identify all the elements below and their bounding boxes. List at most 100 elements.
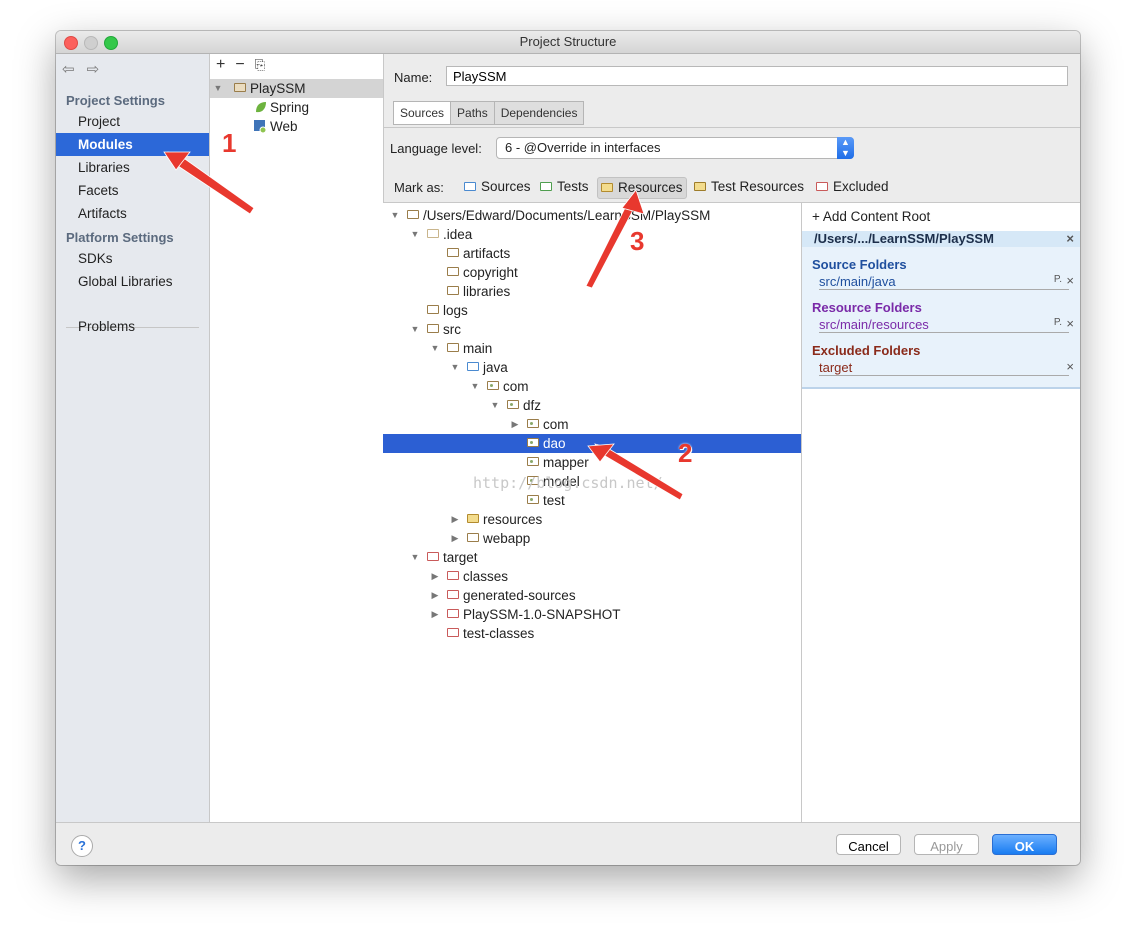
content-roots-panel: + Add Content Root /Users/.../LearnSSM/P…	[802, 202, 1080, 823]
help-button[interactable]: ?	[71, 835, 93, 857]
sidebar-item-libraries[interactable]: Libraries	[56, 156, 209, 179]
web-icon	[254, 120, 267, 133]
tree-row[interactable]: mapper	[383, 453, 801, 472]
add-module-button[interactable]: +	[216, 56, 225, 73]
tree-row[interactable]: ▶ com	[383, 415, 801, 434]
tree-row[interactable]: libraries	[383, 282, 801, 301]
tree-row[interactable]: artifacts	[383, 244, 801, 263]
tree-row-label: generated-sources	[463, 588, 576, 603]
tab-sources[interactable]: Sources	[393, 101, 451, 125]
package-prefix-icon[interactable]: P.	[1054, 317, 1062, 328]
zoom-window-button[interactable]	[104, 36, 118, 50]
folder-icon	[527, 495, 539, 504]
close-window-button[interactable]	[64, 36, 78, 50]
tree-row[interactable]: dao	[383, 434, 801, 453]
tree-toggle-icon[interactable]: ▼	[409, 225, 421, 244]
add-content-root-button[interactable]: + Add Content Root	[812, 209, 930, 224]
sidebar-item-project[interactable]: Project	[56, 110, 209, 133]
tree-toggle-icon[interactable]: ▶	[429, 586, 441, 605]
tree-row[interactable]: ▼ /Users/Edward/Documents/LearnSSM/PlaySS…	[383, 206, 801, 225]
tree-row[interactable]: ▼ src	[383, 320, 801, 339]
package-prefix-icon[interactable]: P.	[1054, 274, 1062, 285]
folder-icon	[407, 210, 419, 219]
tree-row-label: webapp	[483, 531, 531, 546]
select-arrows-icon: ▲ ▼	[837, 137, 854, 159]
tree-toggle-icon[interactable]: ▼	[449, 358, 461, 377]
tree-row[interactable]: ▼ .idea	[383, 225, 801, 244]
expand-triangle-icon[interactable]: ▼	[212, 79, 224, 98]
mark-resources-button[interactable]: Resources	[597, 177, 687, 199]
module-name-input[interactable]	[446, 66, 1068, 86]
folder-icon	[527, 419, 539, 428]
sidebar-item-problems[interactable]: Problems	[56, 315, 209, 338]
window-title: Project Structure	[519, 34, 617, 49]
tree-toggle-icon[interactable]: ▼	[489, 396, 501, 415]
tree-toggle-icon[interactable]: ▼	[429, 339, 441, 358]
forward-arrow-icon[interactable]: ⇨	[87, 61, 100, 78]
copy-icon[interactable]: ⎘	[255, 57, 265, 72]
tree-toggle-icon[interactable]: ▶	[429, 567, 441, 586]
sidebar-item-modules[interactable]: Modules	[56, 133, 209, 156]
tree-row[interactable]: ▼ target	[383, 548, 801, 567]
back-arrow-icon[interactable]: ⇦	[62, 61, 75, 78]
tree-row[interactable]: ▶ classes	[383, 567, 801, 586]
tree-row-label: PlaySSM-1.0-SNAPSHOT	[463, 607, 621, 622]
remove-resource-folder-icon[interactable]: ×	[1066, 316, 1074, 331]
ok-button[interactable]: OK	[992, 834, 1057, 855]
folder-icon	[527, 457, 539, 466]
sidebar-item-sdks[interactable]: SDKs	[56, 247, 209, 270]
sidebar-item-facets[interactable]: Facets	[56, 179, 209, 202]
apply-button[interactable]: Apply	[914, 834, 979, 855]
tree-row-label: .idea	[443, 227, 473, 242]
tree-row[interactable]: test-classes	[383, 624, 801, 643]
tree-row[interactable]: ▶ generated-sources	[383, 586, 801, 605]
sidebar-item-artifacts[interactable]: Artifacts	[56, 202, 209, 225]
language-level-value: 6 - @Override in interfaces	[505, 140, 661, 155]
tree-row-label: libraries	[463, 284, 511, 299]
tree-row[interactable]: ▼ dfz	[383, 396, 801, 415]
minimize-window-button[interactable]	[84, 36, 98, 50]
tree-row[interactable]: ▼ main	[383, 339, 801, 358]
tree-toggle-icon[interactable]: ▶	[449, 529, 461, 548]
remove-excluded-folder-icon[interactable]: ×	[1066, 359, 1074, 374]
tree-toggle-icon[interactable]: ▶	[429, 605, 441, 624]
mark-excluded-button[interactable]: Excluded	[816, 177, 889, 197]
tree-toggle-icon[interactable]: ▼	[409, 548, 421, 567]
mark-sources-button[interactable]: Sources	[464, 177, 531, 197]
remove-source-folder-icon[interactable]: ×	[1066, 273, 1074, 288]
tree-toggle-icon[interactable]: ▼	[409, 320, 421, 339]
folder-icon	[447, 267, 459, 276]
remove-module-button[interactable]: −	[235, 56, 244, 73]
tree-row[interactable]: ▼ com	[383, 377, 801, 396]
mark-test-resources-button[interactable]: Test Resources	[694, 177, 804, 197]
resource-folder-icon	[601, 183, 613, 192]
tree-row[interactable]: ▶ PlaySSM-1.0-SNAPSHOT	[383, 605, 801, 624]
tree-row[interactable]: test	[383, 491, 801, 510]
tree-row[interactable]: copyright	[383, 263, 801, 282]
facet-item-spring[interactable]: Spring	[210, 98, 383, 117]
tab-paths[interactable]: Paths	[450, 101, 494, 125]
module-list-panel: + − ⎘ ▼ PlaySSM Spring Web	[210, 54, 384, 822]
remove-root-icon[interactable]: ×	[1066, 231, 1074, 247]
tree-row[interactable]: logs	[383, 301, 801, 320]
mark-tests-button[interactable]: Tests	[540, 177, 589, 197]
sidebar-item-global-libraries[interactable]: Global Libraries	[56, 270, 209, 293]
tree-toggle-icon[interactable]: ▶	[449, 510, 461, 529]
name-label: Name:	[394, 70, 433, 85]
module-item-playssm[interactable]: ▼ PlaySSM	[210, 79, 383, 98]
tree-row[interactable]: ▶ resources	[383, 510, 801, 529]
tree-toggle-icon[interactable]: ▶	[509, 415, 521, 434]
content-root-tree: ▼/Users/Edward/Documents/LearnSSM/PlaySS…	[383, 202, 802, 823]
platform-settings-heading: Platform Settings	[66, 230, 174, 245]
tree-row[interactable]: ▶ webapp	[383, 529, 801, 548]
folder-icon	[527, 438, 539, 447]
tree-row[interactable]: ▼ java	[383, 358, 801, 377]
annotation-number-1: 1	[222, 128, 237, 158]
tree-toggle-icon[interactable]: ▼	[469, 377, 481, 396]
tree-toggle-icon[interactable]: ▼	[389, 206, 401, 225]
folder-icon	[427, 229, 439, 238]
tab-dependencies[interactable]: Dependencies	[493, 101, 585, 125]
annotation-number-3: 3	[630, 226, 645, 256]
language-level-select[interactable]: 6 - @Override in interfaces ▲ ▼	[496, 137, 854, 159]
cancel-button[interactable]: Cancel	[836, 834, 901, 855]
